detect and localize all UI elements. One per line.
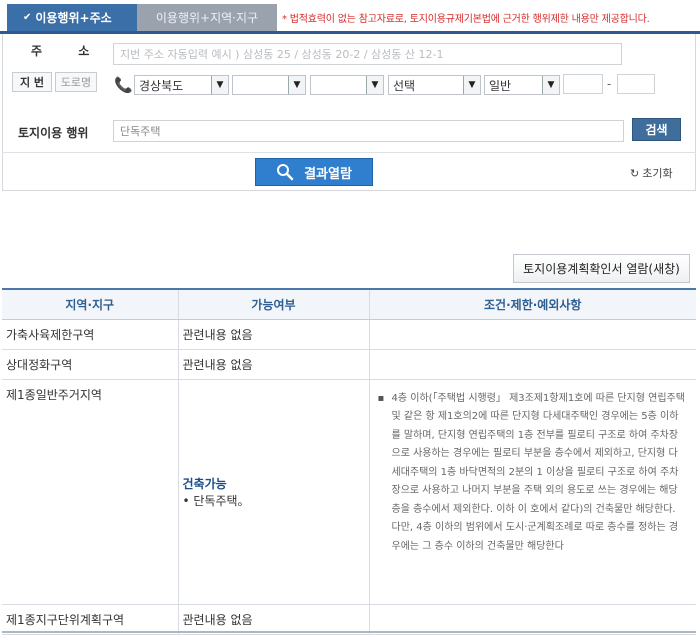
condition-cell (369, 349, 696, 380)
tab-usage-zone[interactable]: 이용행위+지역·지구 (137, 4, 277, 31)
form-divider (2, 152, 696, 153)
search-button[interactable]: 검색 (632, 118, 681, 141)
usage-label: 토지이용 행위 (18, 126, 89, 140)
status-cell: 건축가능 • 단독주택。 (178, 379, 370, 605)
province-value: 경상북도 (139, 78, 184, 93)
table-bottom-border (2, 631, 696, 633)
search-icon (277, 164, 294, 181)
land-type-select[interactable]: 일반 ▼ (484, 75, 560, 95)
reset-button[interactable]: ↻ 초기화 (630, 165, 673, 181)
reset-label: 초기화 (642, 167, 673, 180)
bunji-dash: - (607, 77, 612, 91)
bunji-sub-input[interactable] (617, 74, 655, 94)
tab-usage-address[interactable]: ✔ 이용행위+주소 (7, 4, 137, 31)
header-zone: 지역·지구 (2, 289, 179, 320)
zone-cell: 가축사육제한구역 (2, 319, 179, 350)
chevron-down-icon: ▼ (288, 76, 305, 94)
table-row: 가축사육제한구역 관련내용 없음 (2, 319, 696, 350)
header-status: 가능여부 (178, 289, 370, 320)
land-plan-view-button[interactable]: 토지이용계획확인서 열람(새창) (513, 254, 690, 283)
address-label: 주 소 (31, 44, 106, 58)
jibun-button[interactable]: 지 번 (12, 72, 52, 92)
zone-cell: 상대정화구역 (2, 349, 179, 380)
table-row: 제1종일반주거지역 건축가능 • 단독주택。 4층 이하(「주택법 시행령」 제… (2, 379, 696, 605)
chevron-down-icon: ▼ (542, 76, 559, 94)
village-select[interactable]: 선택 ▼ (388, 75, 481, 95)
condition-list: 4층 이하(「주택법 시행령」 제3조제1항제1호에 따른 단지형 연립주택 및… (374, 386, 693, 557)
tab-usage-zone-label: 이용행위+지역·지구 (155, 11, 259, 25)
tab-usage-address-label: 이용행위+주소 (35, 11, 112, 25)
check-icon: ✔ (23, 12, 32, 23)
tab-bar: ✔ 이용행위+주소 이용행위+지역·지구 * 법적효력이 없는 참고자료로, 토… (0, 0, 700, 34)
zone-cell: 제1종지구단위계획구역 (2, 604, 179, 635)
condition-item: 4층 이하(「주택법 시행령」 제3조제1항제1호에 따른 단지형 연립주택 및… (378, 390, 687, 557)
zone-cell: 제1종일반주거지역 (2, 379, 179, 605)
table-row: 상대정화구역 관련내용 없음 (2, 349, 696, 380)
town-select[interactable]: ▼ (310, 75, 384, 95)
status-cell: 관련내용 없음 (178, 349, 370, 380)
table-header-row: 지역·지구 가능여부 조건·제한·예외사항 (2, 289, 696, 320)
header-condition: 조건·제한·예외사항 (369, 289, 696, 320)
status-cell: 관련내용 없음 (178, 604, 370, 635)
refresh-icon: ↻ (630, 166, 640, 180)
results-table: 지역·지구 가능여부 조건·제한·예외사항 가축사육제한구역 관련내용 없음 상… (2, 288, 696, 635)
province-select[interactable]: 경상북도 ▼ (134, 75, 229, 95)
status-cell: 관련내용 없음 (178, 319, 370, 350)
allowed-status: 건축가능 (182, 476, 227, 491)
road-name-button[interactable]: 도로명 (55, 72, 97, 92)
phone-icon: 📞 (114, 76, 133, 94)
condition-cell: 4층 이하(「주택법 시행령」 제3조제1항제1호에 따른 단지형 연립주택 및… (369, 379, 696, 605)
chevron-down-icon: ▼ (211, 76, 228, 94)
chevron-down-icon: ▼ (463, 76, 480, 94)
condition-cell (369, 604, 696, 635)
land-type-value: 일반 (489, 78, 512, 93)
legal-notice: * 법적효력이 없는 참고자료로, 토지이용규제기본법에 근거한 행위제한 내용… (282, 14, 650, 25)
result-view-label: 결과열람 (304, 166, 352, 182)
table-row: 제1종지구단위계획구역 관련내용 없음 (2, 604, 696, 635)
address-input[interactable]: 지번 주소 자동입력 예시 ) 삼성동 25 / 삼성동 20-2 / 삼성동 … (113, 43, 622, 65)
usage-input[interactable]: 단독주택 (113, 120, 624, 142)
city-select[interactable]: ▼ (232, 75, 306, 95)
chevron-down-icon: ▼ (366, 76, 383, 94)
bunji-main-input[interactable] (563, 74, 603, 94)
allowed-detail: • 단독주택。 (182, 493, 250, 508)
condition-cell (369, 319, 696, 350)
result-view-button[interactable]: 결과열람 (255, 158, 373, 186)
village-value: 선택 (393, 78, 416, 93)
